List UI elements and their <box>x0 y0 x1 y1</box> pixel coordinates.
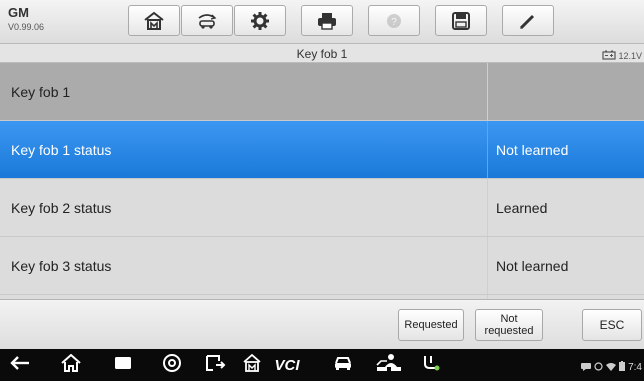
settings-button[interactable] <box>234 5 286 36</box>
wifi-icon <box>606 358 617 376</box>
row-value: Not learned <box>496 141 569 158</box>
vci-button[interactable]: VCI <box>269 354 305 376</box>
vci-text: VCI <box>274 356 300 374</box>
row-value: Learned <box>496 199 548 216</box>
autel-home-button[interactable] <box>240 353 264 377</box>
remote-service-button[interactable] <box>374 353 404 378</box>
save-button[interactable] <box>435 5 487 36</box>
vci-label: VCI <box>274 357 299 374</box>
row-label: Key fob 3 status <box>0 237 488 294</box>
vehicle-swap-button[interactable] <box>181 5 233 36</box>
recent-apps-icon <box>114 356 132 375</box>
home-button[interactable] <box>128 5 180 36</box>
print-button[interactable] <box>301 5 353 36</box>
autel-home-icon <box>243 353 261 377</box>
vehicle-brand: GM V0.99.06 <box>8 5 45 33</box>
remote-service-icon <box>375 353 403 378</box>
data-table: Key fob 1 Key fob 1 status Not learned K… <box>0 63 644 301</box>
top-toolbar: GM V0.99.06 ? <box>0 0 644 44</box>
system-status: 7:4 <box>581 358 642 376</box>
not-requested-button[interactable]: Not requested <box>475 309 543 341</box>
esc-button[interactable]: ESC <box>582 309 642 341</box>
print-icon <box>316 11 338 31</box>
help-button[interactable]: ? <box>368 5 420 36</box>
usb-icon <box>421 354 441 377</box>
system-nav-bar: VCI 7:4 <box>0 349 644 381</box>
table-header-row: Key fob 1 <box>0 63 644 121</box>
usb-button[interactable] <box>419 354 443 376</box>
recent-apps-button[interactable] <box>111 354 135 376</box>
help-icon: ? <box>384 11 404 31</box>
home-icon <box>143 11 165 31</box>
clock: 7:4 <box>628 361 642 373</box>
svg-text:?: ? <box>391 17 397 28</box>
table-row[interactable]: Key fob 3 status Not learned <box>0 237 644 295</box>
edit-button[interactable] <box>502 5 554 36</box>
table-row[interactable]: Key fob 2 status Learned <box>0 179 644 237</box>
row-label: Key fob 1 <box>0 63 488 120</box>
voltage-reading: 12.1V <box>618 51 642 61</box>
vehicle-button[interactable] <box>331 354 355 376</box>
settings-icon <box>250 11 270 31</box>
house-icon <box>61 353 81 377</box>
screen-capture-icon <box>204 354 226 377</box>
status-circle-icon <box>594 358 603 376</box>
table-row[interactable]: Key fob 1 status Not learned <box>0 121 644 179</box>
car-icon <box>333 355 353 376</box>
message-icon <box>581 358 592 376</box>
row-label: Key fob 1 status <box>0 121 488 178</box>
vehicle-make: GM <box>8 5 29 20</box>
row-value <box>488 63 644 120</box>
not-requested-label-line1: Not <box>500 313 518 325</box>
browser-icon <box>162 353 182 378</box>
back-arrow-icon <box>9 355 31 376</box>
vehicle-swap-icon <box>195 11 219 31</box>
software-version: V0.99.06 <box>8 22 45 32</box>
not-requested-label-line2: requested <box>484 325 534 337</box>
screen-title-bar: Key fob 1 12.1V <box>0 44 644 63</box>
android-home-button[interactable] <box>59 353 83 377</box>
browser-button[interactable] <box>160 353 184 378</box>
requested-button[interactable]: Requested <box>398 309 464 341</box>
screen-capture-button[interactable] <box>203 354 227 376</box>
save-icon <box>451 11 471 31</box>
edit-icon <box>517 11 539 31</box>
row-label: Key fob 2 status <box>0 179 488 236</box>
back-button[interactable] <box>8 354 32 376</box>
row-value: Not learned <box>496 257 569 274</box>
screen-title: Key fob 1 <box>296 47 348 61</box>
action-bar: Requested Not requested ESC <box>0 299 644 349</box>
battery-icon <box>619 358 626 376</box>
